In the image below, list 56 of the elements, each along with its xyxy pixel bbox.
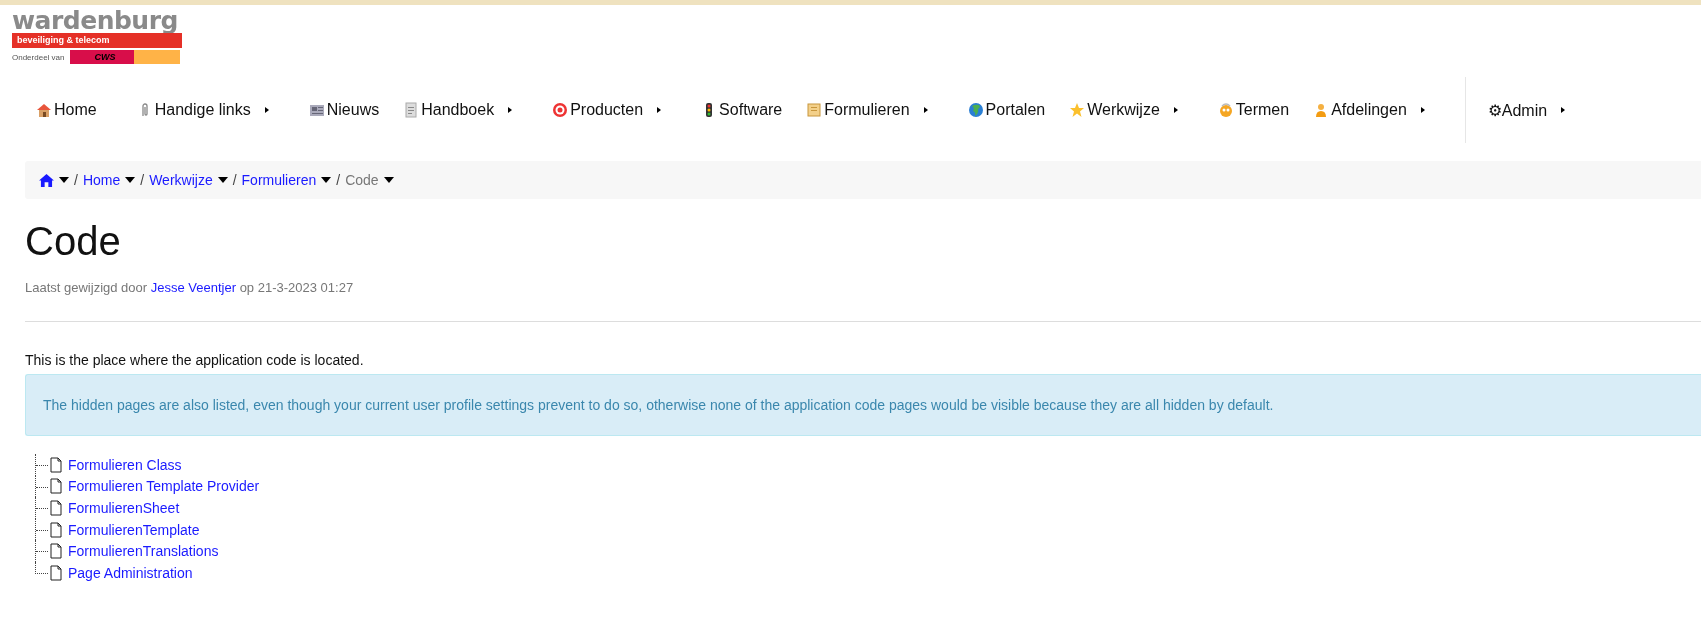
dropdown-caret-icon[interactable]	[59, 177, 69, 183]
tree-page-link[interactable]: Page Administration	[68, 564, 193, 581]
dropdown-caret-icon[interactable]	[321, 177, 332, 183]
breadcrumb-link[interactable]: Home	[82, 172, 121, 188]
logo-parent-badge: CWS	[70, 50, 181, 64]
home-icon[interactable]	[39, 173, 54, 187]
nav-menu-item[interactable]: Producten	[552, 101, 662, 119]
target-icon	[552, 102, 569, 118]
nav-menu-item[interactable]: Home	[36, 101, 97, 119]
nav-menu-item[interactable]: Afdelingen	[1313, 101, 1425, 119]
tree-page-link[interactable]: FormulierenTranslations	[68, 543, 219, 560]
nav-menu-item[interactable]: Portalen	[967, 101, 1046, 119]
logo-wordmark: wardenburg	[12, 9, 179, 33]
tree-page-link[interactable]: Formulieren Class	[68, 456, 182, 473]
nav-menu-item[interactable]: Termen	[1217, 101, 1290, 119]
nav-menu-item[interactable]: Formulieren	[806, 101, 928, 119]
author-link[interactable]: Jesse Veentjer	[150, 280, 237, 295]
tree-page-link[interactable]: FormulierenTemplate	[68, 521, 200, 538]
dropdown-caret-icon[interactable]	[125, 177, 136, 183]
breadcrumb-separator: /	[232, 172, 237, 188]
nav-menu-item[interactable]: Handige links	[136, 101, 269, 119]
info-alert: The hidden pages are also listed, even though your current user profile settings prevent to do so, otherwise none of the application code pages would be visible because they are all hidden by default.	[25, 374, 1701, 436]
dropdown-caret-icon[interactable]	[217, 177, 228, 183]
globe-icon	[967, 102, 984, 118]
document-icon	[50, 500, 62, 516]
document-icon	[50, 456, 62, 473]
nav-menu-item[interactable]: Software	[701, 101, 783, 119]
breadcrumb-separator: /	[140, 172, 145, 188]
company-logo[interactable]: wardenburg beveiliging & telecom Onderdeel van CWS	[12, 9, 194, 64]
dropdown-caret-icon[interactable]	[383, 177, 394, 183]
newspaper-icon	[308, 102, 325, 118]
nav-menu-item[interactable]: Nieuws	[308, 101, 380, 119]
document-icon	[50, 564, 62, 581]
breadcrumb-link[interactable]: Code	[345, 172, 379, 188]
breadcrumb-link[interactable]: Formulieren	[241, 172, 317, 188]
document-icon	[403, 102, 420, 118]
face-icon	[1217, 102, 1234, 118]
logo-tagline-band: beveiliging & telecom	[12, 33, 182, 48]
tree-page-link[interactable]: FormulierenSheet	[68, 500, 180, 516]
page-title: Code	[25, 219, 122, 264]
breadcrumb-separator: /	[336, 172, 341, 188]
logo-parent-label: Onderdeel van	[12, 52, 65, 62]
nav-menu-item[interactable]: Werkwijze	[1069, 101, 1178, 119]
document-icon	[50, 521, 62, 538]
nav-menu-item[interactable]: Handboek	[403, 101, 513, 119]
breadcrumb-separator: /	[74, 172, 78, 188]
house-icon	[36, 102, 52, 118]
last-modified-text: Laatst gewijzigd door Jesse Veentjer op 21-3-2023 01:27	[25, 280, 355, 295]
document-icon	[50, 543, 62, 560]
admin-menu-item[interactable]: ⚙Admin	[1487, 100, 1566, 120]
star-icon	[1069, 102, 1086, 118]
scroll-icon	[806, 102, 823, 118]
intro-text: This is the place where the application code is located.	[25, 352, 365, 368]
document-icon	[50, 478, 62, 495]
tree-page-link[interactable]: Formulieren Template Provider	[68, 478, 260, 495]
breadcrumb-link[interactable]: Werkwijze	[149, 172, 213, 188]
